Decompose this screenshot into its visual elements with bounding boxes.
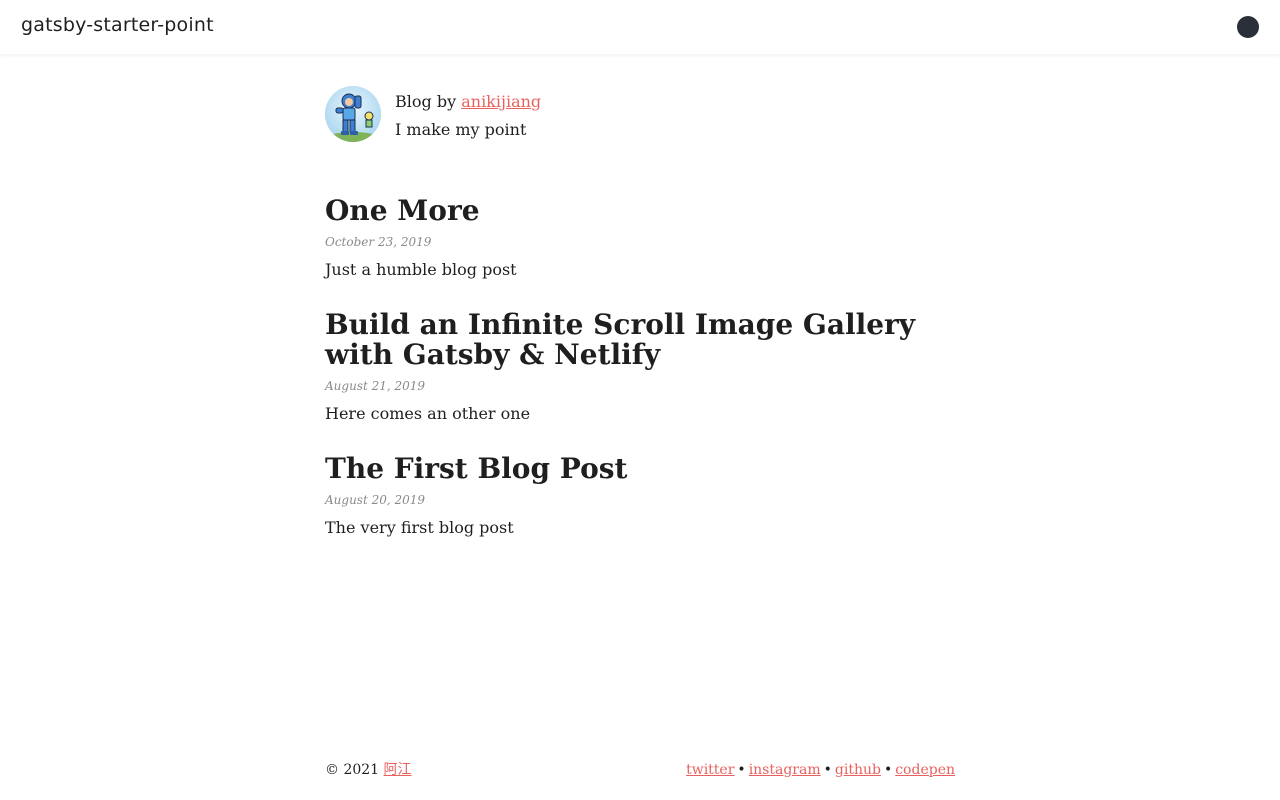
post-date: October 23, 2019 [325, 235, 432, 249]
post-date: August 20, 2019 [325, 493, 426, 507]
twitter-link[interactable]: twitter [686, 762, 734, 778]
bio: Blog by anikijiang I make my point [325, 86, 965, 146]
post-date: August 21, 2019 [325, 379, 426, 393]
bio-text: Blog by anikijiang I make my point [395, 88, 541, 144]
post-item: The First Blog Post August 20, 2019 The … [325, 454, 965, 539]
post-item: One More October 23, 2019 Just a humble … [325, 196, 965, 281]
site-title-link[interactable]: gatsby-starter-point [21, 14, 214, 36]
bio-tagline: I make my point [395, 120, 527, 139]
separator: • [737, 762, 746, 778]
social-links: twitter • instagram • github • codepen [686, 760, 955, 780]
avatar-megaman-icon [325, 86, 381, 142]
post-item: Build an Infinite Scroll Image Gallery w… [325, 310, 965, 425]
codepen-link[interactable]: codepen [895, 762, 955, 778]
post-title-link[interactable]: Build an Infinite Scroll Image Gallery w… [325, 310, 965, 370]
navbar: gatsby-starter-point [0, 0, 1280, 54]
separator: • [883, 762, 893, 778]
separator: • [823, 762, 832, 778]
post-excerpt: The very first blog post [325, 518, 514, 537]
post-title-link[interactable]: One More [325, 196, 965, 226]
instagram-link[interactable]: instagram [749, 762, 821, 778]
footer-author-link[interactable]: 阿江 [384, 762, 412, 778]
post-excerpt: Here comes an other one [325, 404, 531, 423]
author-link[interactable]: anikijiang [461, 92, 541, 111]
post-excerpt: Just a humble blog post [325, 260, 517, 279]
github-link[interactable]: github [835, 762, 881, 778]
bio-prefix: Blog by [395, 92, 457, 111]
copyright-text: © 2021 [325, 762, 380, 778]
footer-copyright: © 2021 阿江 [325, 760, 412, 780]
dark-mode-toggle-icon[interactable] [1237, 16, 1259, 38]
bio-byline: Blog by anikijiang [395, 88, 541, 116]
post-title-link[interactable]: The First Blog Post [325, 454, 965, 484]
